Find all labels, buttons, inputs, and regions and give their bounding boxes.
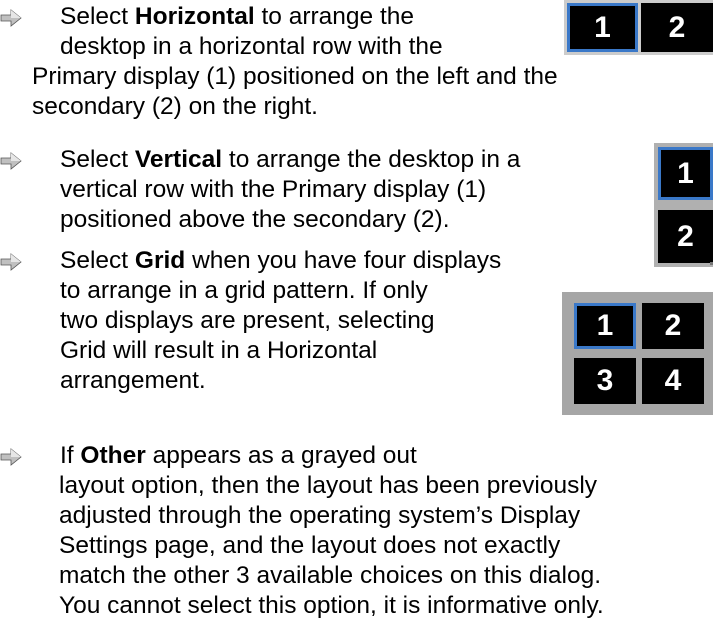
- text-line: vertical row with the Primary display (1…: [60, 176, 487, 203]
- display-tile-1: 1: [658, 147, 713, 200]
- text-line: positioned above the secondary (2).: [60, 206, 450, 233]
- display-tile-2: 2: [658, 210, 713, 263]
- bold-keyword: Horizontal: [134, 3, 255, 30]
- document-page: Select Horizontal to arrange the desktop…: [0, 0, 713, 619]
- text-line: two displays are present, selecting: [60, 307, 435, 334]
- display-tile-2: 2: [642, 303, 704, 349]
- text-line: You cannot select this option, it is inf…: [59, 592, 604, 619]
- display-tile-1: 1: [574, 303, 636, 349]
- bold-keyword: Other: [80, 442, 146, 469]
- display-tile-2: 2: [641, 3, 713, 52]
- text-line: to arrange in a grid pattern. If only: [60, 277, 428, 304]
- line-text: when you have four displays: [185, 247, 502, 274]
- text-line: Settings page, and the layout does not e…: [59, 532, 561, 559]
- text-line: Primary display (1) positioned on the le…: [32, 63, 558, 90]
- item-text: Select Vertical to arrange the desktop i…: [60, 145, 520, 235]
- text-line: desktop in a horizontal row with the: [60, 33, 443, 60]
- lead-text: If: [60, 442, 81, 469]
- text-line: If Other appears as a grayed out: [60, 441, 604, 471]
- right-arrow-bullet-icon: [0, 9, 22, 27]
- right-arrow-bullet-icon: [0, 253, 22, 271]
- text-line: Select Grid when you have four displays: [60, 246, 501, 276]
- text-line: Select Vertical to arrange the desktop i…: [60, 145, 520, 175]
- display-tile-1: 1: [567, 3, 638, 52]
- item-text: If Other appears as a grayed out layout …: [59, 441, 604, 621]
- text-line: Grid will result in a Horizontal: [60, 337, 378, 364]
- horizontal-layout-thumbnail: 1 2: [564, 0, 713, 55]
- right-arrow-bullet-icon: [0, 448, 22, 466]
- item-text: Select Grid when you have four displays …: [60, 246, 501, 396]
- lead-text: Select: [60, 247, 135, 274]
- text-line: arrangement.: [60, 367, 206, 394]
- bold-keyword: Grid: [134, 247, 186, 274]
- text-line: secondary (2) on the right.: [32, 93, 318, 120]
- vertical-layout-thumbnail: 1 2: [654, 143, 713, 267]
- right-arrow-bullet-icon: [0, 152, 22, 170]
- item-text: Select Horizontal to arrange the desktop…: [32, 2, 558, 122]
- text-line: adjusted through the operating system’s …: [59, 502, 581, 529]
- display-tile-4: 4: [642, 358, 704, 404]
- text-line: layout option, then the layout has been …: [59, 472, 598, 499]
- line-text: appears as a grayed out: [145, 442, 417, 469]
- line-text: to arrange the: [254, 3, 415, 30]
- line-text: to arrange the desktop in a: [222, 146, 521, 173]
- bold-keyword: Vertical: [134, 146, 223, 173]
- lead-text: Select: [60, 3, 135, 30]
- text-line: Select Horizontal to arrange the: [60, 2, 558, 32]
- display-tile-3: 3: [574, 358, 636, 404]
- grid-layout-thumbnail: 1 2 3 4: [562, 292, 713, 415]
- lead-text: Select: [60, 146, 135, 173]
- text-line: match the other 3 available choices on t…: [59, 562, 602, 589]
